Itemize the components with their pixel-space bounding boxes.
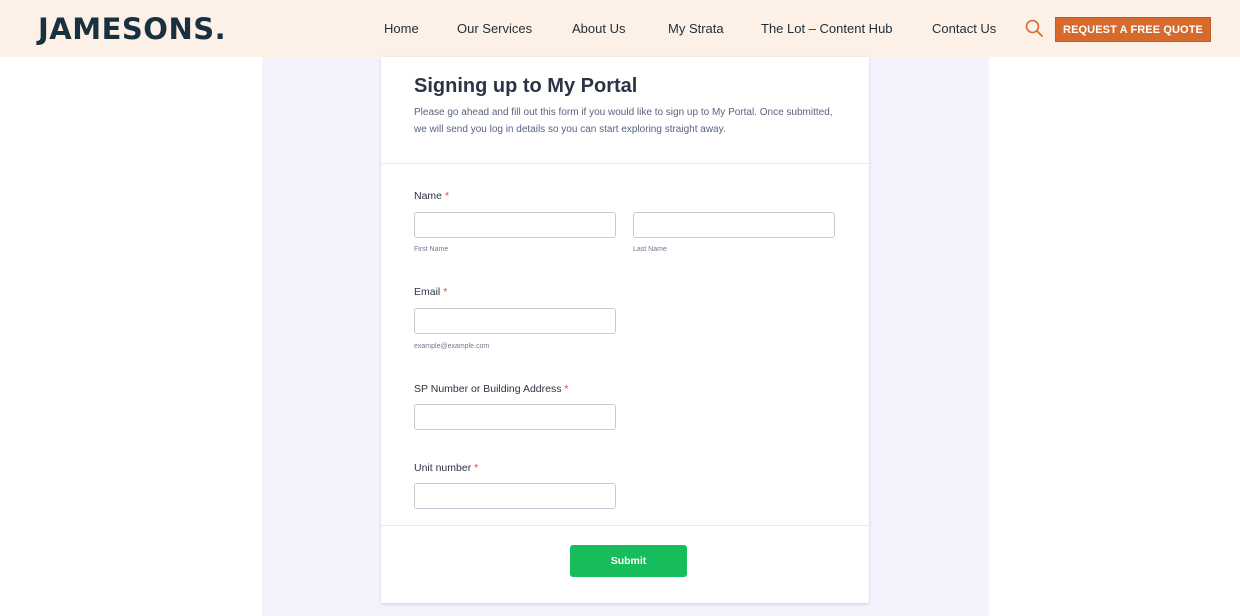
last-name-sublabel: Last Name [633,246,667,253]
unit-label: Unit number * [414,462,478,474]
form-description: Please go ahead and fill out this form i… [414,107,833,135]
required-mark: * [474,462,479,474]
address-label: SP Number or Building Address * [414,383,568,395]
nav-home[interactable]: Home [384,0,419,57]
nav-our-services[interactable]: Our Services [457,0,532,57]
nav-about-us[interactable]: About Us [572,0,625,57]
name-label-text: Name [414,190,443,202]
name-label: Name * [414,190,449,202]
address-label-text: SP Number or Building Address [414,383,562,395]
first-name-sublabel: First Name [414,246,449,253]
first-name-input[interactable] [414,212,616,238]
search-icon[interactable] [1024,18,1044,38]
site-header: JAMESONS. Home Our Services About Us My … [0,0,1240,57]
signup-form-card: Signing up to My Portal Please go ahead … [381,57,869,603]
required-mark: * [564,383,569,395]
email-input[interactable] [414,308,616,334]
email-sublabel: example@example.com [414,343,490,350]
submit-button[interactable]: Submit [570,545,687,577]
last-name-input[interactable] [633,212,835,238]
unit-number-input[interactable] [414,483,616,509]
nav-content-hub[interactable]: The Lot – Content Hub [761,0,893,57]
required-mark: * [443,286,448,298]
nav-my-strata[interactable]: My Strata [668,0,724,57]
site-logo[interactable]: JAMESONS. [38,13,226,45]
form-title: Signing up to My Portal [414,75,638,97]
unit-label-text: Unit number [414,462,472,474]
header-divider [381,163,869,164]
request-quote-button[interactable]: REQUEST A FREE QUOTE [1055,17,1211,42]
email-label: Email * [414,286,447,298]
nav-contact-us[interactable]: Contact Us [932,0,996,57]
footer-divider [381,525,869,526]
address-input[interactable] [414,404,616,430]
required-mark: * [444,190,450,202]
email-label-text: Email [414,286,441,298]
